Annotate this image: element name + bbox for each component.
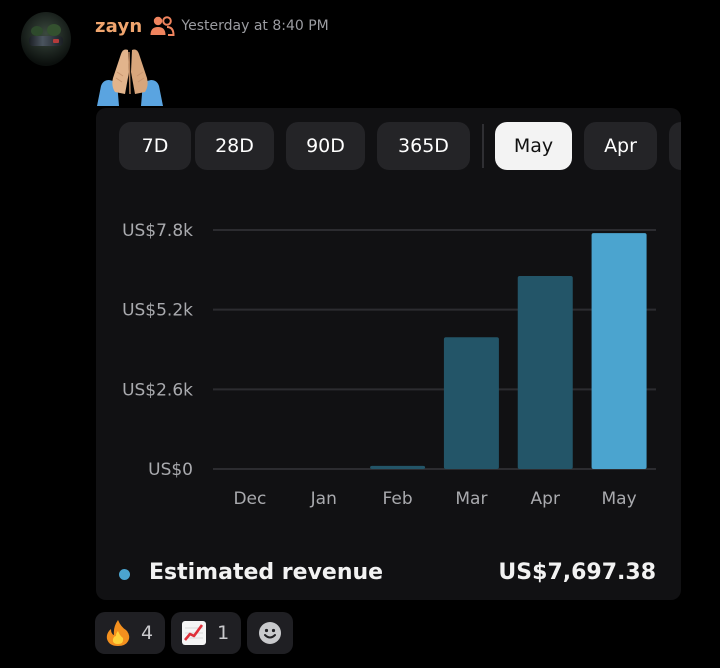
avatar[interactable] [21,12,71,66]
revenue-embed-card: 7D 28D 90D 365D May Apr US$0 US$2.6k US$5.… [96,108,681,600]
reaction-count: 4 [141,622,154,644]
pray-emoji [97,49,163,106]
avatar-taillight [53,39,59,43]
tab-365d[interactable]: 365D [377,122,470,170]
username[interactable]: zayn [95,16,142,37]
reaction-chart-increasing[interactable]: 1 [171,612,242,654]
chart-legend: Estimated revenue US$7,697.38 [96,556,681,592]
legend-label: Estimated revenue [149,560,384,585]
tab-7d[interactable]: 7D [119,122,191,170]
tab-overflow[interactable] [669,122,681,170]
message-header: zayn Yesterday at 8:40 PM [95,12,329,40]
chart-increasing-emoji-icon [182,621,207,645]
reaction-bar: 4 1 [95,612,294,654]
legend-dot-icon [119,569,130,580]
avatar-plant [31,26,43,36]
add-reaction-button[interactable] [247,612,294,654]
smiley-add-reaction-icon [259,622,282,644]
y-tick-label: US$2.6k [122,380,193,400]
tab-apr[interactable]: Apr [584,122,657,170]
x-tick-label: Dec [233,489,266,509]
tab-may[interactable]: May [495,122,572,170]
y-tick-label: US$0 [148,460,193,480]
bar-may[interactable] [591,233,647,469]
bar-mar[interactable] [443,337,499,469]
x-tick-label: Mar [455,489,487,509]
tab-90d[interactable]: 90D [286,122,365,170]
message-timestamp[interactable]: Yesterday at 8:40 PM [181,18,328,34]
tab-divider [482,124,484,168]
legend-total-value: US$7,697.38 [498,560,656,585]
x-tick-label: May [602,489,637,509]
revenue-bar-chart: US$0 US$2.6k US$5.2k US$7.8k Dec Jan Feb Mar Apr… [122,221,656,509]
period-tabs: 7D 28D 90D 365D May Apr [119,122,681,170]
y-tick-label: US$5.2k [122,301,193,321]
reaction-fire[interactable]: 4 [95,612,166,654]
bar-feb[interactable] [370,465,426,469]
tab-28d[interactable]: 28D [195,122,274,170]
x-tick-label: Jan [310,489,337,509]
x-tick-label: Feb [383,489,413,509]
bar-apr[interactable] [517,275,573,469]
x-tick-label: Apr [531,489,560,509]
fire-emoji-icon [106,620,130,646]
group-role-icon [150,16,175,36]
reaction-count: 1 [217,622,230,644]
y-tick-label: US$7.8k [122,221,193,241]
avatar-plant [47,24,61,36]
